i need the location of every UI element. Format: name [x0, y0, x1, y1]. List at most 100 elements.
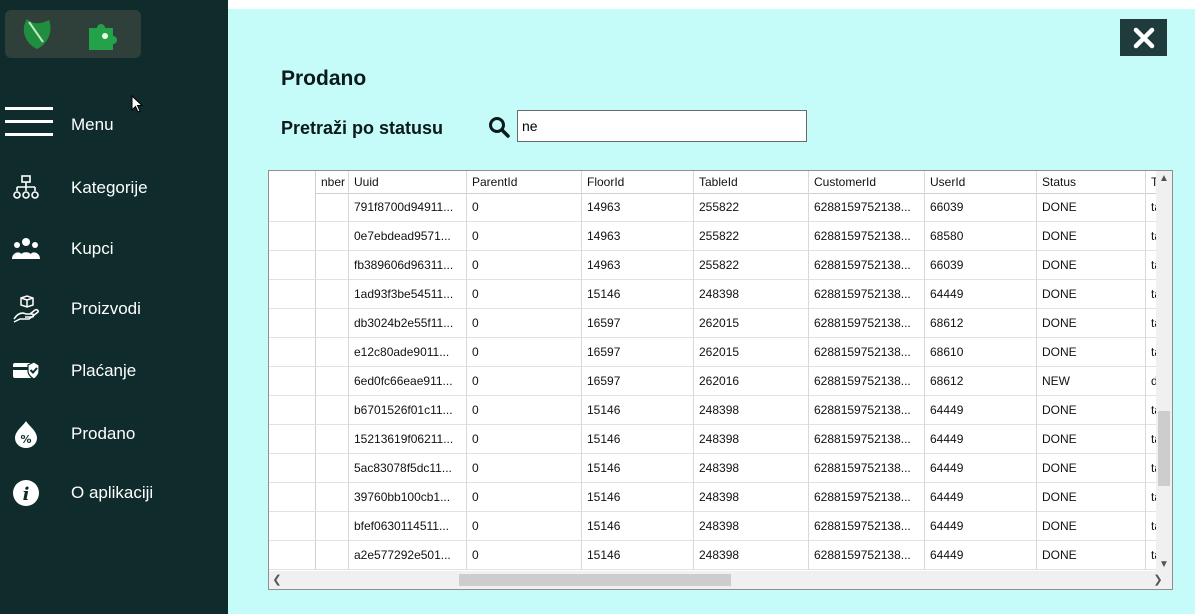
table-cell[interactable]: 248398: [694, 512, 809, 541]
table-cell[interactable]: 255822: [694, 193, 809, 222]
table-cell[interactable]: 248398: [694, 280, 809, 309]
table-cell[interactable]: 6288159752138...: [809, 280, 925, 309]
table-row[interactable]: e12c80ade9011... 0 16597 262015 628815975213…: [269, 338, 1167, 367]
sidebar-item-prodano[interactable]: % Prodano: [0, 412, 228, 456]
table-cell[interactable]: 248398: [694, 541, 809, 570]
table-cell[interactable]: [316, 367, 349, 396]
table-row[interactable]: 5ac83078f5dc11... 0 15146 248398 62881597521…: [269, 454, 1167, 483]
table-cell[interactable]: 0: [467, 541, 582, 570]
table-row[interactable]: 15213619f06211... 0 15146 248398 62881597521…: [269, 425, 1167, 454]
table-cell[interactable]: 15146: [582, 280, 694, 309]
table-cell[interactable]: 15146: [582, 541, 694, 570]
table-cell[interactable]: 6ed0fc66eae911...: [349, 367, 467, 396]
table-cell[interactable]: [316, 425, 349, 454]
table-cell[interactable]: 64449: [925, 512, 1037, 541]
row-header[interactable]: [269, 425, 316, 453]
sidebar-item-kategorije[interactable]: Kategorije: [0, 166, 228, 210]
table-cell[interactable]: 6288159752138...: [809, 454, 925, 483]
scroll-left-icon[interactable]: ❮: [269, 571, 285, 589]
row-header[interactable]: [269, 251, 316, 279]
table-cell[interactable]: 14963: [582, 222, 694, 251]
table-cell[interactable]: 0e7ebdead9571...: [349, 222, 467, 251]
table-cell[interactable]: 39760bb100cb1...: [349, 483, 467, 512]
table-cell[interactable]: DONE: [1037, 280, 1146, 309]
sidebar-item-kupci[interactable]: Kupci: [0, 227, 228, 271]
column-header[interactable]: TableId: [694, 171, 809, 193]
table-row[interactable]: 6ed0fc66eae911... 0 16597 262016 62881597521…: [269, 367, 1167, 396]
table-cell[interactable]: 68580: [925, 222, 1037, 251]
table-cell[interactable]: 66039: [925, 193, 1037, 222]
table-cell[interactable]: 68610: [925, 338, 1037, 367]
table-cell[interactable]: e12c80ade9011...: [349, 338, 467, 367]
table-cell[interactable]: 0: [467, 454, 582, 483]
column-header[interactable]: nber: [316, 171, 349, 193]
table-cell[interactable]: 0: [467, 309, 582, 338]
table-cell[interactable]: 14963: [582, 193, 694, 222]
search-input[interactable]: [517, 110, 807, 142]
table-cell[interactable]: 0: [467, 367, 582, 396]
sidebar-item-o-aplikaciji[interactable]: i O aplikaciji: [0, 471, 228, 515]
table-cell[interactable]: b6701526f01c11...: [349, 396, 467, 425]
table-cell[interactable]: [316, 512, 349, 541]
table-cell[interactable]: 255822: [694, 222, 809, 251]
table-cell[interactable]: 6288159752138...: [809, 512, 925, 541]
table-cell[interactable]: 15146: [582, 396, 694, 425]
table-cell[interactable]: 248398: [694, 454, 809, 483]
row-header[interactable]: [269, 454, 316, 482]
table-cell[interactable]: 68612: [925, 367, 1037, 396]
table-cell[interactable]: 0: [467, 251, 582, 280]
table-row[interactable]: b6701526f01c11... 0 15146 248398 62881597521…: [269, 396, 1167, 425]
table-cell[interactable]: 64449: [925, 483, 1037, 512]
table-cell[interactable]: 15146: [582, 454, 694, 483]
table-cell[interactable]: 6288159752138...: [809, 367, 925, 396]
table-cell[interactable]: [316, 483, 349, 512]
table-cell[interactable]: [316, 280, 349, 309]
table-cell[interactable]: 16597: [582, 367, 694, 396]
table-cell[interactable]: DONE: [1037, 193, 1146, 222]
table-cell[interactable]: 262015: [694, 309, 809, 338]
table-row[interactable]: 39760bb100cb1... 0 15146 248398 628815975213…: [269, 483, 1167, 512]
table-cell[interactable]: 6288159752138...: [809, 483, 925, 512]
table-cell[interactable]: NEW: [1037, 367, 1146, 396]
column-header[interactable]: CustomerId: [809, 171, 925, 193]
table-row[interactable]: 791f8700d94911... 0 14963 255822 62881597521…: [269, 193, 1167, 222]
table-cell[interactable]: bfef0630114511...: [349, 512, 467, 541]
table-cell[interactable]: 64449: [925, 454, 1037, 483]
table-cell[interactable]: 5ac83078f5dc11...: [349, 454, 467, 483]
table-cell[interactable]: 64449: [925, 396, 1037, 425]
row-header[interactable]: [269, 367, 316, 395]
table-cell[interactable]: 248398: [694, 396, 809, 425]
table-cell[interactable]: 0: [467, 222, 582, 251]
table-cell[interactable]: 0: [467, 512, 582, 541]
row-header[interactable]: [269, 222, 316, 250]
table-row[interactable]: bfef0630114511... 0 15146 248398 62881597521…: [269, 512, 1167, 541]
table-cell[interactable]: [316, 454, 349, 483]
row-header[interactable]: [269, 338, 316, 366]
table-cell[interactable]: fb389606d96311...: [349, 251, 467, 280]
table-cell[interactable]: 64449: [925, 425, 1037, 454]
table-cell[interactable]: 262015: [694, 338, 809, 367]
table-row[interactable]: db3024b2e55f11... 0 16597 262015 62881597521…: [269, 309, 1167, 338]
vertical-scroll-thumb[interactable]: [1158, 411, 1170, 486]
table-cell[interactable]: DONE: [1037, 512, 1146, 541]
table-cell[interactable]: DONE: [1037, 425, 1146, 454]
table-cell[interactable]: 6288159752138...: [809, 193, 925, 222]
table-cell[interactable]: 16597: [582, 338, 694, 367]
table-cell[interactable]: a2e577292e501...: [349, 541, 467, 570]
table-cell[interactable]: 0: [467, 483, 582, 512]
row-header[interactable]: [269, 483, 316, 511]
table-cell[interactable]: 68612: [925, 309, 1037, 338]
table-cell[interactable]: db3024b2e55f11...: [349, 309, 467, 338]
table-cell[interactable]: 0: [467, 396, 582, 425]
column-header[interactable]: FloorId: [582, 171, 694, 193]
table-cell[interactable]: [316, 251, 349, 280]
table-row[interactable]: fb389606d96311... 0 14963 255822 62881597521…: [269, 251, 1167, 280]
vertical-scrollbar[interactable]: ▲ ▼: [1156, 171, 1172, 573]
horizontal-scrollbar[interactable]: ❮ ❯: [269, 571, 1172, 589]
table-cell[interactable]: 66039: [925, 251, 1037, 280]
orders-grid[interactable]: nber Uuid ParentId FloorId TableId CustomerId…: [268, 170, 1173, 590]
row-header[interactable]: [269, 541, 316, 569]
table-row[interactable]: a2e577292e501... 0 15146 248398 628815975213…: [269, 541, 1167, 570]
table-cell[interactable]: 0: [467, 425, 582, 454]
table-cell[interactable]: DONE: [1037, 483, 1146, 512]
